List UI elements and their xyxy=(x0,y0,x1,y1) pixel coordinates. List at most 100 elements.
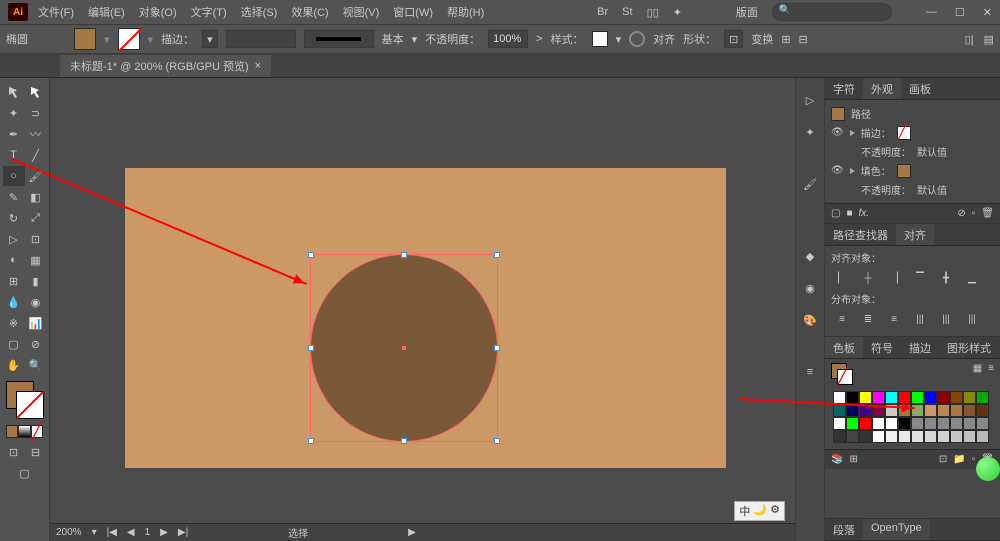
swatch-cell[interactable] xyxy=(924,417,937,430)
direct-select-tool-icon[interactable] xyxy=(25,82,47,102)
swatch-cell[interactable] xyxy=(885,417,898,430)
swatch-cell[interactable] xyxy=(911,417,924,430)
fill-swatch-panel[interactable] xyxy=(897,164,911,178)
eye-icon[interactable]: 👁 xyxy=(831,165,844,176)
dist-bottom-icon[interactable]: ≡ xyxy=(883,309,905,329)
tab-artboard[interactable]: 画板 xyxy=(901,78,939,99)
new-stroke-icon[interactable]: ▢ xyxy=(831,208,840,219)
swatch-cell[interactable] xyxy=(885,404,898,417)
menu-file[interactable]: 文件(F) xyxy=(38,4,74,20)
menu-effect[interactable]: 效果(C) xyxy=(291,4,328,20)
swatch-cell[interactable] xyxy=(963,404,976,417)
gpu-icon[interactable]: ✦ xyxy=(673,6,682,19)
tab-stroke[interactable]: 描边 xyxy=(901,337,939,358)
swatch-cell[interactable] xyxy=(846,391,859,404)
align-hcenter-icon[interactable]: ┼ xyxy=(857,268,879,288)
swatch-cell[interactable] xyxy=(898,391,911,404)
eraser-tool-icon[interactable]: ◧ xyxy=(25,187,47,207)
swatch-cell[interactable] xyxy=(846,430,859,443)
stroke-swatch-panel[interactable]: ╱ xyxy=(897,126,911,140)
sw-libraries-icon[interactable]: 📚 xyxy=(831,454,843,465)
swatch-cell[interactable] xyxy=(859,430,872,443)
curvature-tool-icon[interactable]: 〰 xyxy=(25,124,47,144)
pencil-tool-icon[interactable]: ✎ xyxy=(3,187,25,207)
rotate-tool-icon[interactable]: ↻ xyxy=(3,208,25,228)
circle-panel-icon[interactable]: ◉ xyxy=(796,272,824,304)
nav-last-icon[interactable]: ▶| xyxy=(178,527,188,538)
swatch-cell[interactable] xyxy=(976,391,989,404)
eyedropper-tool-icon[interactable]: 💧 xyxy=(3,292,25,312)
normal-draw-icon[interactable]: ⊡ xyxy=(3,442,25,462)
tab-pathfinder[interactable]: 路径查找器 xyxy=(825,224,896,245)
brush-panel-icon[interactable]: 🖌 xyxy=(796,168,824,200)
opacity-fill-value[interactable]: 默认值 xyxy=(917,182,947,197)
swatch-cell[interactable] xyxy=(963,417,976,430)
swatch-cell[interactable] xyxy=(898,430,911,443)
swatch-cell[interactable] xyxy=(950,430,963,443)
artboard-tool-icon[interactable]: ▢ xyxy=(3,334,25,354)
tab-symbols[interactable]: 符号 xyxy=(863,337,901,358)
selection-tool-icon[interactable] xyxy=(3,82,25,102)
swatch-cell[interactable] xyxy=(976,404,989,417)
slice-tool-icon[interactable]: ⊘ xyxy=(25,334,47,354)
swatch-cell[interactable] xyxy=(911,430,924,443)
align-button[interactable]: 对齐 xyxy=(653,31,675,47)
document-tab[interactable]: 未标题-1* @ 200% (RGB/GPU 预览) × xyxy=(60,55,271,77)
menu-help[interactable]: 帮助(H) xyxy=(447,4,484,20)
swatch-cell[interactable] xyxy=(833,404,846,417)
sw-stroke-icon[interactable]: ╱ xyxy=(837,369,853,385)
dist-left-icon[interactable]: ||| xyxy=(909,309,931,329)
stroke-weight-dropdown[interactable]: ▾ xyxy=(202,30,218,48)
dist-vcenter-icon[interactable]: ≣ xyxy=(857,309,879,329)
paintbrush-tool-icon[interactable]: 🖌 xyxy=(25,166,47,186)
swatch-cell[interactable] xyxy=(898,404,911,417)
zoom-level[interactable]: 200% xyxy=(56,527,82,538)
swatch-cell[interactable] xyxy=(872,430,885,443)
pen-tool-icon[interactable]: ✒ xyxy=(3,124,25,144)
group-icon[interactable]: ⊟ xyxy=(799,33,808,46)
expand-icon[interactable] xyxy=(850,168,855,174)
eye-icon[interactable]: 👁 xyxy=(831,127,844,138)
align-top-icon[interactable]: ▔ xyxy=(909,268,931,288)
magic-wand-panel-icon[interactable]: ✦ xyxy=(796,116,824,148)
menu-view[interactable]: 视图(V) xyxy=(343,4,380,20)
canvas[interactable] xyxy=(50,78,795,541)
selection-panel-icon[interactable]: ▷ xyxy=(796,84,824,116)
tab-graphic-styles[interactable]: 图形样式 xyxy=(939,337,999,358)
gradient-tool-icon[interactable]: ▮ xyxy=(25,271,47,291)
close-tab-icon[interactable]: × xyxy=(255,60,261,72)
ime-lang[interactable]: 中 xyxy=(739,503,750,519)
swatch-cell[interactable] xyxy=(924,391,937,404)
expand-icon[interactable] xyxy=(850,130,855,136)
swatch-cell[interactable] xyxy=(963,391,976,404)
swatch-cell[interactable] xyxy=(937,391,950,404)
sw-show-icon[interactable]: ⊞ xyxy=(849,454,857,465)
swatch-cell[interactable] xyxy=(833,430,846,443)
align-bottom-icon[interactable]: ▁ xyxy=(961,268,983,288)
swatch-cell[interactable] xyxy=(872,417,885,430)
list-view-icon[interactable]: ≡ xyxy=(988,363,994,385)
swatch-cell[interactable] xyxy=(950,404,963,417)
tab-swatches[interactable]: 色板 xyxy=(825,337,863,358)
swatch-cell[interactable] xyxy=(911,391,924,404)
perspective-tool-icon[interactable]: ▦ xyxy=(25,250,47,270)
screen-mode-icon[interactable]: ▢ xyxy=(14,463,36,483)
swatch-cell[interactable] xyxy=(924,404,937,417)
palette-panel-icon[interactable]: 🎨 xyxy=(796,304,824,336)
swatch-cell[interactable] xyxy=(885,430,898,443)
graph-tool-icon[interactable]: 📊 xyxy=(25,313,47,333)
line-tool-icon[interactable]: ╱ xyxy=(25,145,47,165)
stroke-style-dropdown[interactable] xyxy=(304,30,374,48)
ime-toolbar[interactable]: 中 🌙 ⚙ xyxy=(734,501,785,521)
fill-stroke-control[interactable] xyxy=(0,381,49,421)
new-fill-icon[interactable]: ■ xyxy=(846,208,852,219)
shape-button[interactable]: 形状： xyxy=(683,31,716,47)
free-transform-tool-icon[interactable]: ⊡ xyxy=(25,229,47,249)
style-swatch[interactable] xyxy=(592,31,608,47)
transform-button[interactable]: 变换 xyxy=(751,31,773,47)
swatch-cell[interactable] xyxy=(937,417,950,430)
trash-icon[interactable]: 🗑 xyxy=(981,208,994,219)
tab-paragraph[interactable]: 段落 xyxy=(825,519,863,540)
close-icon[interactable]: ✕ xyxy=(983,6,992,19)
swatch-cell[interactable] xyxy=(950,391,963,404)
